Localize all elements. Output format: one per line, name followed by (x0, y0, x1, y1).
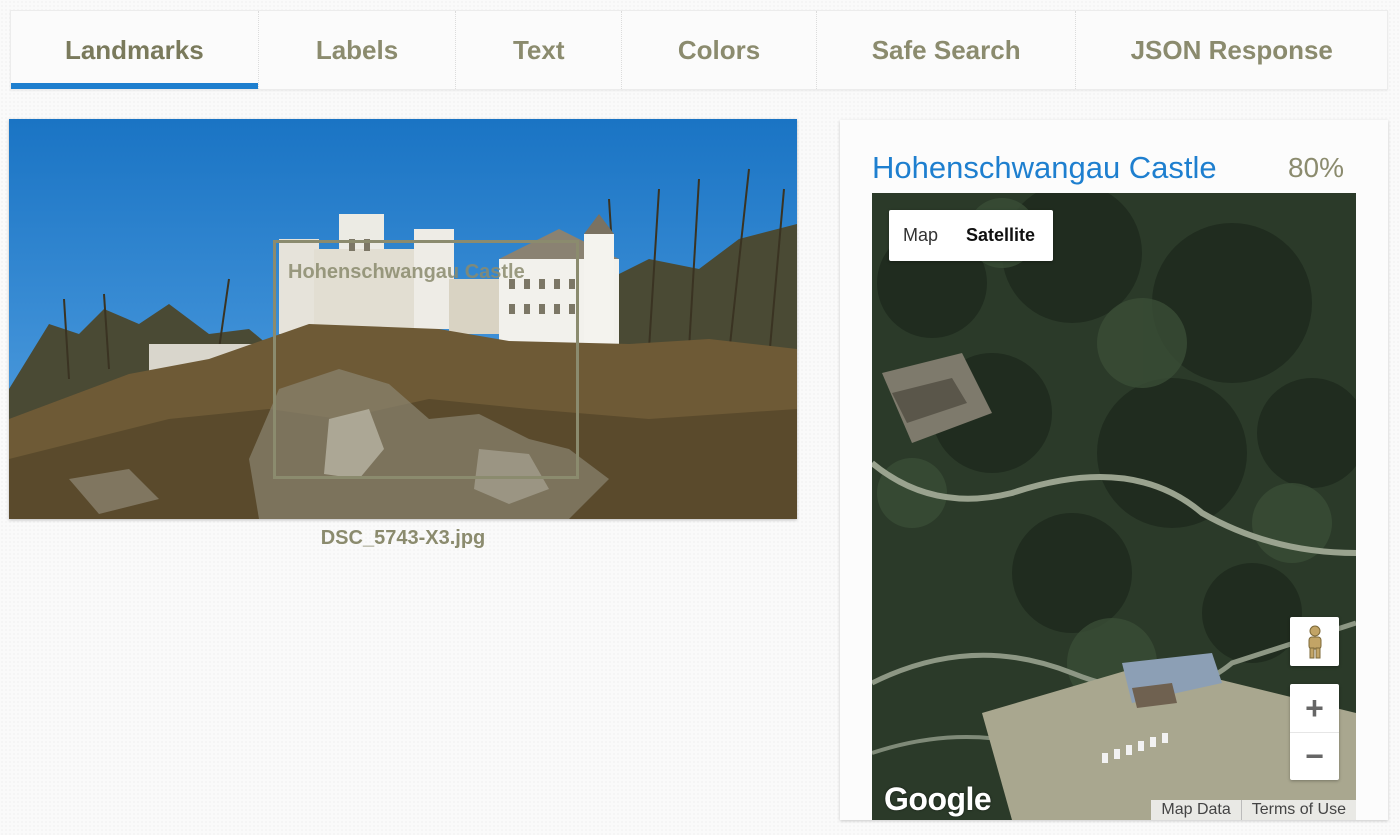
landmark-result-card: Hohenschwangau Castle 80% Map Satellite … (840, 120, 1388, 820)
map-data-link[interactable]: Map Data (1151, 800, 1240, 820)
photo-filename: DSC_5743-X3.jpg (320, 527, 486, 549)
terms-of-use-link[interactable]: Terms of Use (1240, 800, 1356, 820)
zoom-in-button[interactable]: + (1290, 684, 1339, 732)
tab-bar: Landmarks Labels Text Colors Safe Search… (10, 10, 1388, 90)
tab-json-response[interactable]: JSON Response (1076, 11, 1387, 89)
uploaded-photo: Hohenschwangau Castle (9, 119, 797, 519)
tab-landmarks[interactable]: Landmarks (11, 11, 259, 89)
satellite-imagery (872, 193, 1356, 820)
landmark-bounding-box: Hohenschwangau Castle (273, 240, 579, 479)
zoom-out-button[interactable]: − (1290, 732, 1339, 780)
tab-labels[interactable]: Labels (259, 11, 457, 89)
bounding-box-label: Hohenschwangau Castle (288, 261, 525, 283)
zoom-control: + − (1290, 684, 1339, 780)
pegman-icon[interactable] (1290, 617, 1339, 666)
map-type-map-button[interactable]: Map (889, 225, 952, 246)
map-type-control: Map Satellite (889, 210, 1053, 261)
satellite-map[interactable]: Map Satellite + − Google Map Data Terms … (872, 193, 1356, 820)
tab-text[interactable]: Text (456, 11, 623, 89)
tab-safe-search[interactable]: Safe Search (817, 11, 1077, 89)
map-type-satellite-button[interactable]: Satellite (952, 225, 1049, 246)
google-logo[interactable]: Google (884, 781, 992, 818)
tab-colors[interactable]: Colors (622, 11, 817, 89)
landmark-name: Hohenschwangau Castle (872, 150, 1217, 185)
landmark-score: 80% (1287, 152, 1344, 183)
pegman-figure (1308, 625, 1321, 658)
map-attribution: Map Data Terms of Use (1151, 800, 1356, 820)
